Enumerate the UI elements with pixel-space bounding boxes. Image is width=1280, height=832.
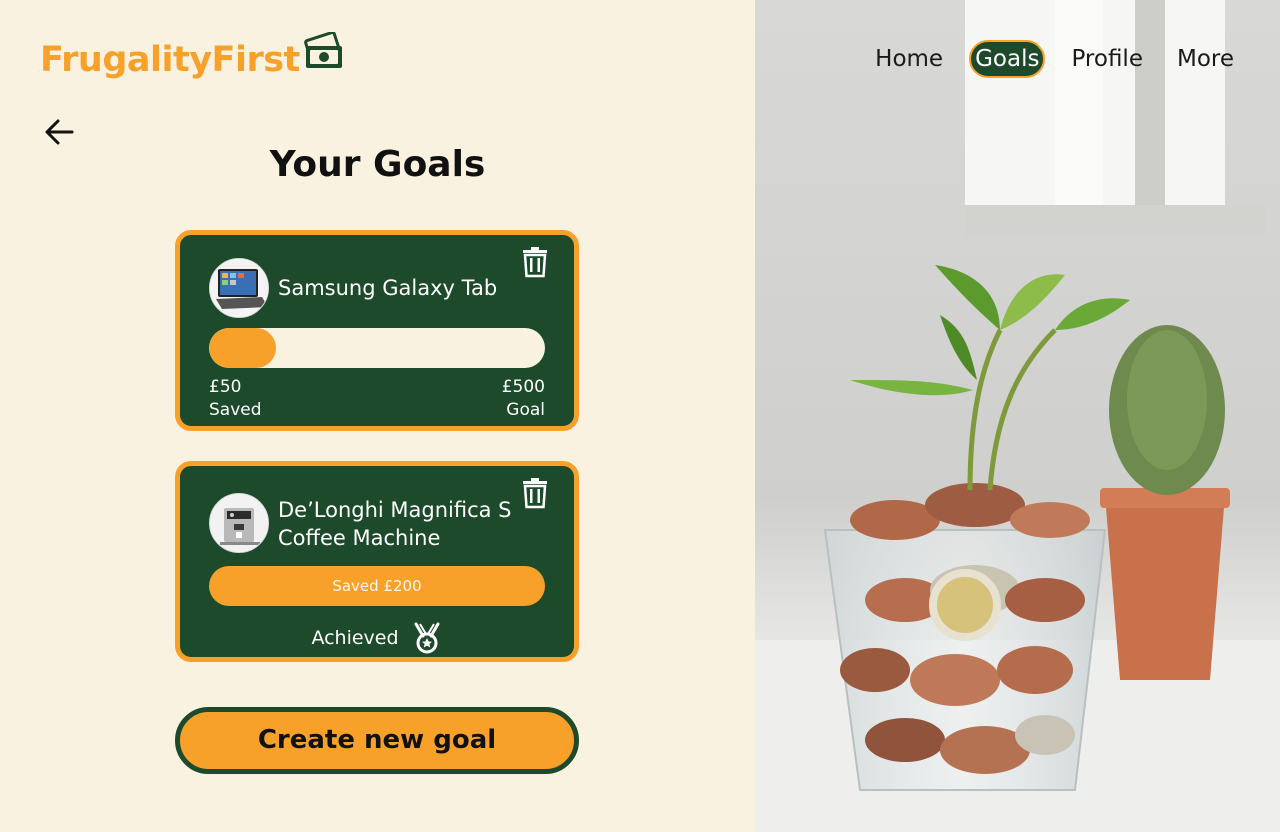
brand-logo[interactable]: FrugalityFirst: [40, 32, 346, 86]
saved-label: Saved: [209, 400, 262, 420]
money-bill-icon: [303, 32, 342, 68]
achieved-status: Achieved: [180, 622, 574, 654]
goal-name: Samsung Galaxy Tab: [278, 276, 498, 300]
coffee-machine-image: [209, 493, 269, 553]
hero-image: [755, 0, 1280, 832]
nav-profile[interactable]: Profile: [1063, 40, 1151, 78]
goal-amount: £500: [501, 377, 545, 397]
page-title: Your Goals: [269, 144, 486, 185]
nav-home[interactable]: Home: [867, 40, 951, 78]
create-goal-button[interactable]: Create new goal: [175, 707, 579, 774]
medal-icon: [414, 622, 440, 654]
nav-goals[interactable]: Goals: [969, 40, 1046, 78]
goal-amount-block: £500 Goal: [502, 376, 545, 422]
goal-name: De’Longhi Magnifica S Coffee Machine: [278, 498, 512, 550]
saved-total-bar: Saved £200: [209, 566, 545, 606]
goal-progress-bar: [209, 328, 545, 368]
nav-more[interactable]: More: [1169, 40, 1242, 78]
goal-label: Goal: [506, 400, 545, 420]
trash-icon[interactable]: [520, 246, 550, 278]
plant-in-coins-illustration: [755, 0, 1280, 832]
saved-amount-block: £50 Saved: [209, 376, 262, 422]
goal-progress-fill: [209, 328, 276, 368]
brand-name: FrugalityFirst: [40, 40, 300, 80]
goal-card[interactable]: De’Longhi Magnifica S Coffee Machine Sav…: [175, 461, 579, 662]
goal-card[interactable]: Samsung Galaxy Tab £50 Saved £500 Goal: [175, 230, 579, 431]
main-nav: Home Goals Profile More: [849, 40, 1242, 78]
trash-icon[interactable]: [520, 477, 550, 509]
left-pane: FrugalityFirst Your Goals Samsung Galaxy…: [0, 0, 755, 832]
achieved-label: Achieved: [311, 627, 399, 649]
tablet-image: [209, 258, 269, 318]
saved-amount: £50: [209, 377, 242, 397]
